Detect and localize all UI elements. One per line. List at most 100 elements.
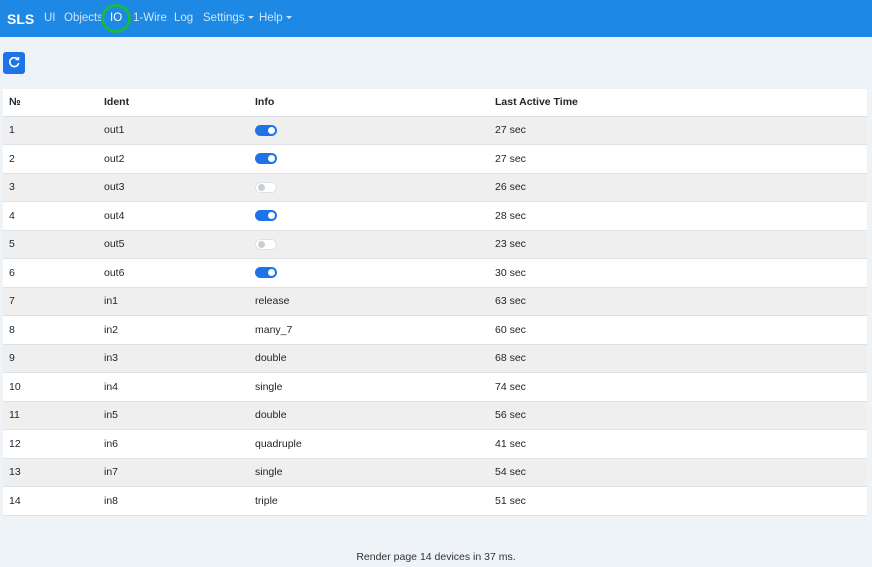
toggle-knob	[268, 212, 275, 220]
cell-info: quadruple	[249, 429, 489, 459]
table-row: 3 out3 26 sec	[3, 173, 867, 202]
toggle-switch-on[interactable]	[255, 210, 277, 222]
col-header-info: Info	[249, 89, 489, 117]
brand[interactable]: SLS	[7, 11, 34, 27]
nav-item-help[interactable]: Help	[259, 12, 292, 24]
toggle-knob	[268, 126, 275, 134]
toggle-knob	[258, 184, 265, 192]
cell-number: 2	[3, 144, 98, 174]
col-header-last-active-time: Last Active Time	[489, 89, 867, 117]
col-header-ident: Ident	[98, 89, 249, 117]
cell-ident: in6	[98, 429, 249, 459]
table-row: 10 in4 single 74 sec	[3, 372, 867, 402]
table-row: 4 out4 28 sec	[3, 201, 867, 231]
devices-table-container: № Ident Info Last Active Time 1 out1 27 se…	[3, 89, 867, 516]
cell-number: 8	[3, 315, 98, 345]
table-row: 12 in6 quadruple 41 sec	[3, 429, 867, 459]
table-row: 7 in1 release 63 sec	[3, 287, 867, 316]
cell-number: 14	[3, 486, 98, 516]
table-row: 13 in7 single 54 sec	[3, 458, 867, 487]
cell-ident: out6	[98, 258, 249, 288]
toggle-switch-on[interactable]	[255, 124, 277, 136]
toggle-switch-on[interactable]	[255, 267, 277, 279]
cell-number: 3	[3, 173, 98, 202]
cell-info: triple	[249, 486, 489, 516]
cell-number: 9	[3, 344, 98, 373]
devices-table: № Ident Info Last Active Time 1 out1 27 se…	[3, 89, 867, 516]
cell-ident: in7	[98, 458, 249, 487]
nav-item-ui[interactable]: UI	[44, 12, 56, 24]
table-row: 8 in2 many_7 60 sec	[3, 315, 867, 345]
table-row: 2 out2 27 sec	[3, 144, 867, 174]
cell-last-active-time: 51 sec	[489, 486, 867, 516]
nav-item-objects[interactable]: Objects	[64, 12, 103, 24]
chevron-down-icon	[285, 16, 292, 19]
table-header-row: № Ident Info Last Active Time	[3, 89, 867, 117]
cell-last-active-time: 41 sec	[489, 429, 867, 459]
cell-last-active-time: 27 sec	[489, 116, 867, 145]
cell-info: many_7	[249, 315, 489, 345]
table-row: 9 in3 double 68 sec	[3, 344, 867, 373]
cell-last-active-time: 74 sec	[489, 372, 867, 402]
cell-ident: in1	[98, 287, 249, 316]
toggle-switch-off[interactable]	[255, 181, 277, 193]
refresh-button[interactable]	[3, 52, 25, 74]
cell-info	[249, 173, 489, 202]
cell-info: release	[249, 287, 489, 316]
cell-ident: out4	[98, 201, 249, 231]
table-row: 14 in8 triple 51 sec	[3, 486, 867, 516]
render-stats: Render page 14 devices in 37 ms.	[356, 551, 516, 563]
cell-number: 11	[3, 401, 98, 430]
table-row: 1 out1 27 sec	[3, 116, 867, 145]
cell-ident: out2	[98, 144, 249, 174]
cell-number: 7	[3, 287, 98, 316]
cell-ident: out5	[98, 230, 249, 259]
cell-last-active-time: 26 sec	[489, 173, 867, 202]
cell-ident: out3	[98, 173, 249, 202]
nav-item-io[interactable]: IO	[110, 12, 122, 24]
cell-last-active-time: 63 sec	[489, 287, 867, 316]
nav-item-log[interactable]: Log	[174, 12, 193, 24]
toggle-knob	[268, 155, 275, 163]
cell-ident: in3	[98, 344, 249, 373]
cell-last-active-time: 60 sec	[489, 315, 867, 345]
table-row: 6 out6 30 sec	[3, 258, 867, 288]
nav-item-settings[interactable]: Settings	[203, 12, 254, 24]
cell-number: 6	[3, 258, 98, 288]
chevron-down-icon	[247, 16, 254, 19]
toggle-switch-on[interactable]	[255, 153, 277, 165]
cell-info	[249, 116, 489, 145]
cell-last-active-time: 56 sec	[489, 401, 867, 430]
cell-ident: in8	[98, 486, 249, 516]
nav-item-settings-label: Settings	[203, 12, 245, 24]
cell-info	[249, 258, 489, 288]
cell-ident: in2	[98, 315, 249, 345]
cell-number: 5	[3, 230, 98, 259]
cell-ident: in4	[98, 372, 249, 402]
cell-last-active-time: 30 sec	[489, 258, 867, 288]
cell-info: double	[249, 344, 489, 373]
table-body: 1 out1 27 sec 2 out2 27 sec 3 out3 26 sec 4 out4 28…	[3, 116, 867, 516]
table-row: 11 in5 double 56 sec	[3, 401, 867, 430]
cell-last-active-time: 28 sec	[489, 201, 867, 231]
table-row: 5 out5 23 sec	[3, 230, 867, 259]
cell-info	[249, 201, 489, 231]
cell-number: 10	[3, 372, 98, 402]
navbar: SLS UI Objects IO 1-Wire Log Settings He…	[0, 0, 872, 37]
cell-number: 13	[3, 458, 98, 487]
cell-info	[249, 144, 489, 174]
cell-last-active-time: 23 sec	[489, 230, 867, 259]
cell-last-active-time: 68 sec	[489, 344, 867, 373]
cell-number: 12	[3, 429, 98, 459]
cell-last-active-time: 54 sec	[489, 458, 867, 487]
cell-number: 4	[3, 201, 98, 231]
cell-ident: out1	[98, 116, 249, 145]
cell-info: single	[249, 458, 489, 487]
cell-info	[249, 230, 489, 259]
nav-item-1wire[interactable]: 1-Wire	[133, 12, 167, 24]
toggle-switch-off[interactable]	[255, 238, 277, 250]
cell-last-active-time: 27 sec	[489, 144, 867, 174]
refresh-icon	[9, 57, 20, 68]
cell-info: single	[249, 372, 489, 402]
toggle-knob	[258, 241, 265, 249]
